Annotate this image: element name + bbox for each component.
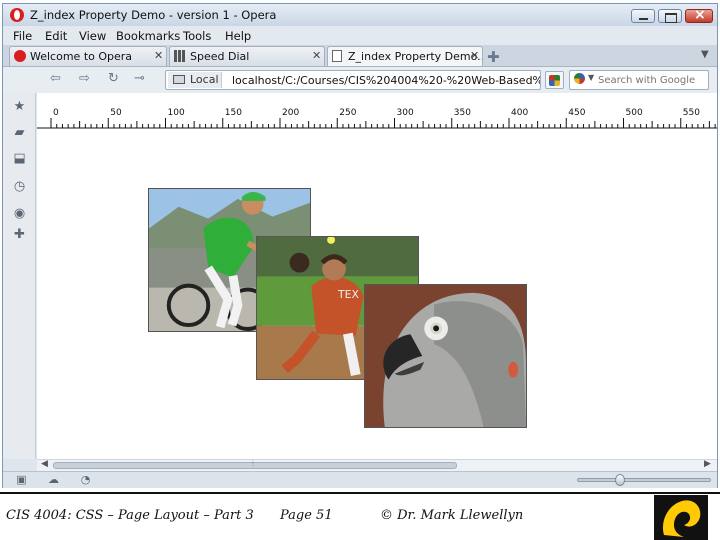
menu-tools[interactable]: Tools xyxy=(183,29,211,43)
star-icon[interactable]: ★ xyxy=(12,99,27,114)
grey-parrot-photo xyxy=(364,284,527,428)
add-panel-icon[interactable]: ✚ xyxy=(12,227,27,242)
menu-edit[interactable]: Edit xyxy=(45,29,67,43)
ruler-graphic: 0 50 100 150 200 250 300 350 400 450 500 550 xyxy=(37,108,717,129)
close-tab-icon[interactable]: ✕ xyxy=(154,49,163,62)
speed-dial-icon xyxy=(174,50,186,62)
menu-bar: File Edit View Bookmarks Tools Help xyxy=(3,26,717,45)
info-icon[interactable]: ◉ xyxy=(12,206,27,221)
tab-menu-chevron-icon[interactable]: ▼ xyxy=(701,49,709,60)
scrollbar-thumb[interactable]: ⦙ xyxy=(53,459,457,469)
ruler-tick-label: 100 xyxy=(168,108,185,118)
menu-file[interactable]: File xyxy=(13,29,32,43)
feed-button[interactable] xyxy=(545,71,564,89)
tab-label: Speed Dial xyxy=(190,50,250,63)
ruler-tick-label: 0 xyxy=(53,108,59,118)
ruler-tick-label: 400 xyxy=(511,108,528,118)
opera-logo-icon[interactable] xyxy=(10,8,24,22)
opera-icon xyxy=(14,50,26,62)
menu-help[interactable]: Help xyxy=(225,29,251,43)
panel-toggle-icon[interactable]: ▣ xyxy=(15,474,28,486)
course-title: CIS 4004: CSS – Page Layout – Part 3 xyxy=(6,508,254,523)
ruler-tick-label: 50 xyxy=(110,108,122,118)
tab-bar: Welcome to Opera ✕ Speed Dial ✕ Z_index … xyxy=(3,45,717,67)
ruler-tick-label: 150 xyxy=(225,108,242,118)
horizontal-scrollbar[interactable]: ◀ ⦙ ▶ xyxy=(37,459,717,471)
minimize-button[interactable] xyxy=(631,9,655,23)
key-icon[interactable]: ⊸ xyxy=(134,71,145,86)
ruler-tick-label: 250 xyxy=(339,108,356,118)
scroll-right-icon[interactable]: ▶ xyxy=(704,459,711,469)
feed-icon xyxy=(549,75,560,86)
window-title: Z_index Property Demo - version 1 - Oper… xyxy=(30,8,277,22)
tab-speed-dial[interactable]: Speed Dial ✕ xyxy=(169,46,325,66)
author-credit: © Dr. Mark Llewellyn xyxy=(380,508,524,523)
reload-icon[interactable]: ↻ xyxy=(108,71,119,86)
zoom-slider-thumb[interactable] xyxy=(615,474,625,486)
pegasus-icon xyxy=(662,500,701,537)
menu-view[interactable]: View xyxy=(79,29,106,43)
back-arrow-icon[interactable]: ⇦ xyxy=(50,71,61,86)
address-field[interactable]: Local localhost/C:/Courses/CIS%204004%20… xyxy=(165,70,541,90)
chevron-down-icon[interactable]: ▼ xyxy=(588,73,594,82)
status-bar: ▣ ☁ ◔ xyxy=(3,471,717,488)
svg-text:TEX: TEX xyxy=(337,288,359,301)
tab-label: Z_index Property Demo... xyxy=(348,50,483,63)
tab-label: Welcome to Opera xyxy=(30,50,133,63)
pixel-ruler: 0 50 100 150 200 250 300 350 400 450 500 550 xyxy=(37,105,717,129)
parrot-image xyxy=(365,285,526,427)
forward-arrow-icon[interactable]: ⇨ xyxy=(79,71,90,86)
page-content: 0 50 100 150 200 250 300 350 400 450 500 550 xyxy=(37,93,717,459)
address-toolbar: ⇦ ⇨ ↻ ⊸ Local localhost/C:/Courses/CIS%2… xyxy=(3,67,717,93)
monitor-icon xyxy=(173,75,185,84)
title-bar: Z_index Property Demo - version 1 - Oper… xyxy=(3,4,717,26)
maximize-button[interactable] xyxy=(658,9,682,23)
new-tab-button[interactable]: ✚ xyxy=(487,48,500,66)
scroll-left-icon[interactable]: ◀ xyxy=(41,459,48,469)
history-clock-icon[interactable]: ◷ xyxy=(12,179,27,194)
ucf-pegasus-logo xyxy=(654,495,708,540)
close-window-button[interactable] xyxy=(685,7,713,23)
menu-bookmarks[interactable]: Bookmarks xyxy=(116,29,180,43)
page-number: Page 51 xyxy=(280,508,333,523)
close-tab-icon[interactable]: ✕ xyxy=(470,49,479,62)
cloud-icon[interactable]: ☁ xyxy=(47,474,60,486)
ruler-tick-label: 500 xyxy=(626,108,643,118)
notes-icon[interactable]: ▰ xyxy=(12,125,27,140)
downloads-icon[interactable]: ⬓ xyxy=(12,151,27,166)
search-field[interactable]: ▼ xyxy=(569,70,709,90)
ruler-tick-label: 300 xyxy=(397,108,414,118)
site-info-badge[interactable]: Local xyxy=(168,72,222,88)
browser-window: Z_index Property Demo - version 1 - Oper… xyxy=(2,3,718,488)
tab-welcome-to-opera[interactable]: Welcome to Opera ✕ xyxy=(9,46,167,66)
ruler-tick-label: 450 xyxy=(568,108,585,118)
side-panel: ★ ▰ ⬓ ◷ ◉ ✚ xyxy=(3,93,36,459)
ruler-tick-label: 200 xyxy=(282,108,299,118)
slide-footer: CIS 4004: CSS – Page Layout – Part 3 Pag… xyxy=(0,492,720,540)
page-icon xyxy=(332,50,342,62)
scrollbar-grip-icon: ⦙ xyxy=(252,459,254,468)
zoom-slider[interactable] xyxy=(577,478,711,482)
address-url[interactable]: localhost/C:/Courses/CIS%204004%20-%20We… xyxy=(232,74,540,87)
site-badge-label: Local xyxy=(190,73,219,86)
search-input[interactable] xyxy=(598,71,706,89)
speedometer-icon[interactable]: ◔ xyxy=(79,474,92,486)
google-icon[interactable] xyxy=(574,73,585,84)
tab-z-index-demo[interactable]: Z_index Property Demo... ✕ xyxy=(327,46,483,66)
close-tab-icon[interactable]: ✕ xyxy=(312,49,321,62)
ruler-tick-label: 350 xyxy=(454,108,471,118)
ruler-tick-label: 550 xyxy=(683,108,700,118)
